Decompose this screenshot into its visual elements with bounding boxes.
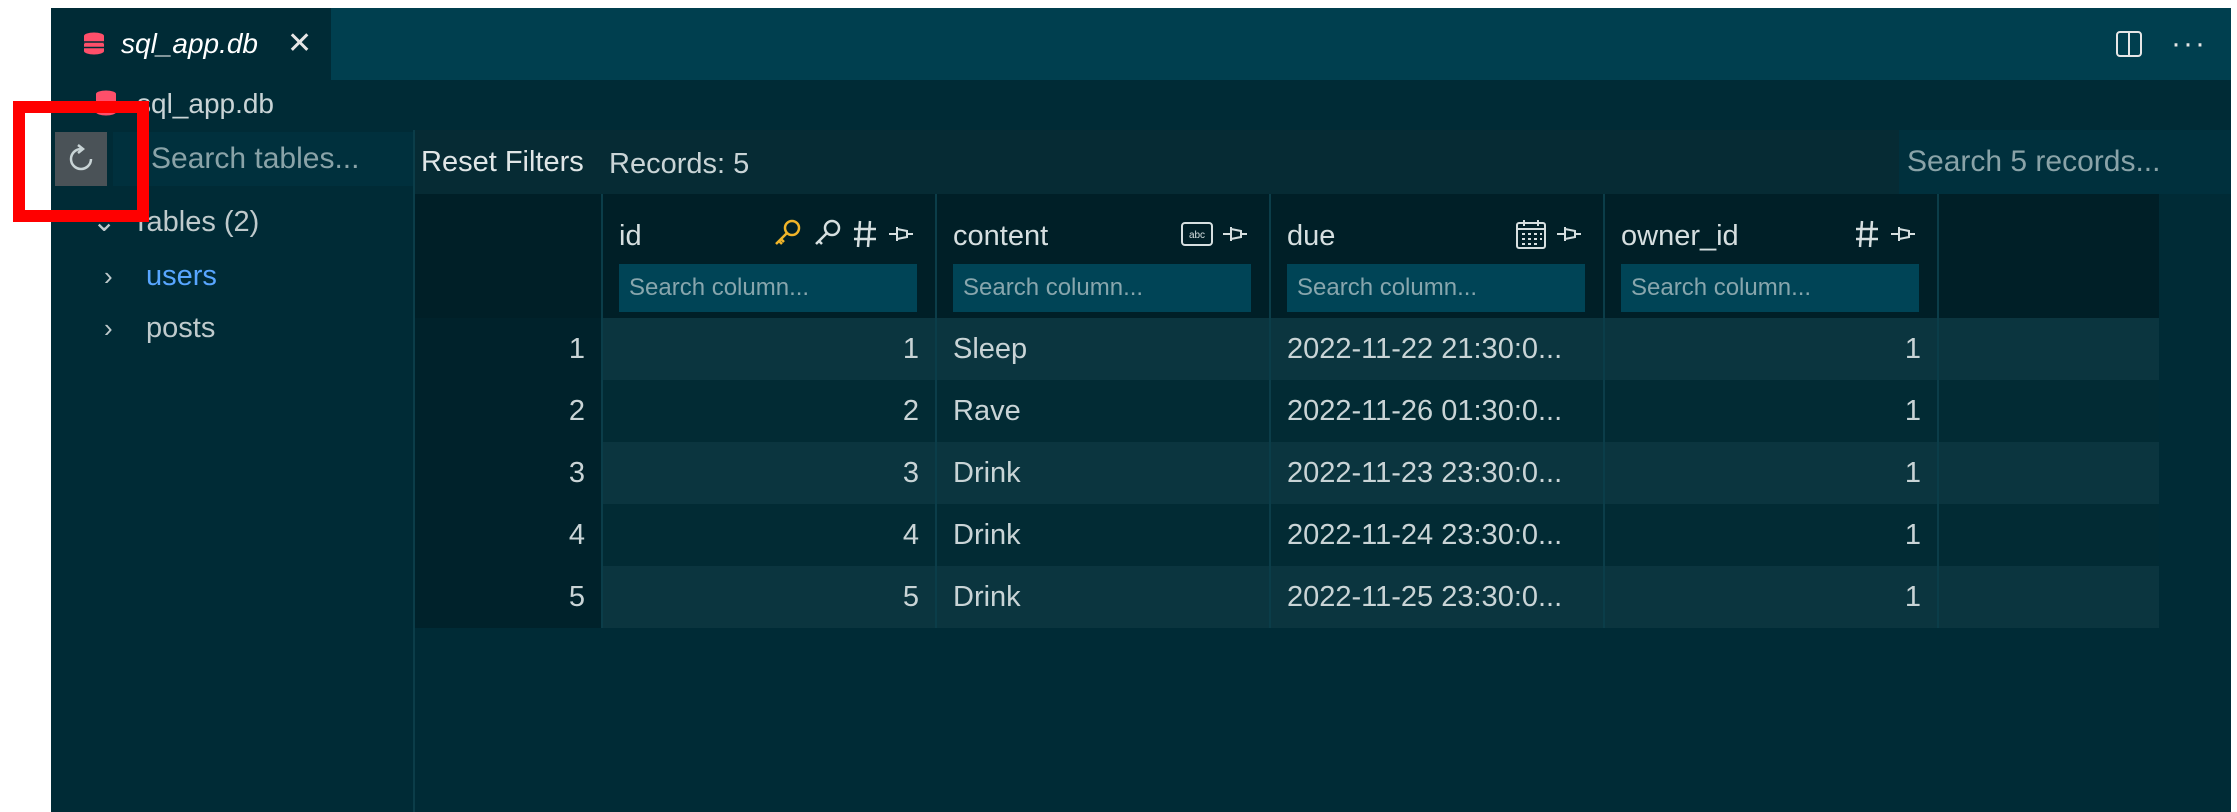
cell-id[interactable]: 1 (601, 318, 935, 380)
text-type-icon: abc (1181, 222, 1213, 246)
column-name: owner_id (1621, 220, 1739, 252)
database-icon (84, 32, 104, 55)
cell-id[interactable]: 5 (601, 566, 935, 628)
cell-owner-id[interactable]: 1 (1603, 380, 1937, 442)
tab-bar: sql_app.db ✕ ··· (51, 8, 2231, 80)
row-index-header (415, 194, 601, 318)
empty-cell (1937, 504, 2159, 566)
column-name: id (619, 220, 642, 252)
tab-sql-app-db[interactable]: sql_app.db ✕ (51, 8, 331, 80)
sidebar-item-users[interactable]: › users (104, 256, 217, 296)
column-header-id[interactable]: id Search column... (601, 194, 935, 318)
empty-cell (1937, 442, 2159, 504)
hash-icon (854, 220, 876, 248)
cell-due[interactable]: 2022-11-22 21:30:0... (1269, 318, 1603, 380)
cell-owner-id[interactable]: 1 (1603, 442, 1937, 504)
table-row[interactable]: 1 1 Sleep 2022-11-22 21:30:0... 1 (415, 318, 2159, 380)
row-index: 5 (415, 566, 601, 628)
cell-owner-id[interactable]: 1 (1603, 566, 1937, 628)
grid-header-row: id Search column... content abc Search c… (415, 194, 2159, 318)
column-header-content[interactable]: content abc Search column... (935, 194, 1269, 318)
cell-content[interactable]: Drink (935, 566, 1269, 628)
empty-cell (1937, 318, 2159, 380)
pin-icon[interactable] (1889, 220, 1917, 248)
calendar-icon (1516, 220, 1546, 249)
column-header-due[interactable]: due Search column... (1269, 194, 1603, 318)
cell-content[interactable]: Rave (935, 380, 1269, 442)
pin-icon[interactable] (1221, 220, 1249, 248)
pin-icon[interactable] (887, 220, 915, 248)
column-search-input[interactable]: Search column... (619, 264, 917, 312)
tab-title: sql_app.db (121, 28, 259, 59)
cell-content[interactable]: Sleep (935, 318, 1269, 380)
empty-cell (1937, 380, 2159, 442)
chevron-right-icon: › (104, 261, 113, 291)
breadcrumb-label[interactable]: sql_app.db (137, 88, 274, 120)
column-search-input[interactable]: Search column... (1287, 264, 1585, 312)
breadcrumb (51, 80, 2231, 130)
svg-text:abc: abc (1189, 230, 1205, 241)
cell-due[interactable]: 2022-11-24 23:30:0... (1269, 504, 1603, 566)
chevron-right-icon: › (104, 313, 113, 343)
key-icon (775, 219, 801, 245)
column-search-input[interactable]: Search column... (953, 264, 1251, 312)
sidebar-item-posts[interactable]: › posts (104, 308, 215, 348)
sidebar-item-label: users (146, 260, 217, 292)
cell-id[interactable]: 2 (601, 380, 935, 442)
hash-icon (1856, 220, 1878, 248)
row-index: 4 (415, 504, 601, 566)
reset-filters-button[interactable]: Reset Filters (421, 142, 584, 182)
records-toolbar: Reset Filters Records: 5 Search 5 record… (415, 130, 2231, 194)
cell-owner-id[interactable]: 1 (1603, 318, 1937, 380)
cell-id[interactable]: 4 (601, 504, 935, 566)
sidebar-item-label: posts (146, 312, 216, 344)
column-header-owner-id[interactable]: owner_id Search column... (1603, 194, 1937, 318)
records-count: Records: 5 (609, 148, 750, 180)
table-row[interactable]: 2 2 Rave 2022-11-26 01:30:0... 1 (415, 380, 2159, 442)
cell-id[interactable]: 3 (601, 442, 935, 504)
table-row[interactable]: 3 3 Drink 2022-11-23 23:30:0... 1 (415, 442, 2159, 504)
empty-header-cell (1937, 194, 2159, 318)
search-records-input[interactable]: Search 5 records... (1899, 130, 2231, 194)
split-editor-icon[interactable] (2115, 30, 2143, 58)
row-index: 1 (415, 318, 601, 380)
cell-due[interactable]: 2022-11-25 23:30:0... (1269, 566, 1603, 628)
more-actions-icon[interactable]: ··· (2171, 24, 2207, 64)
cell-owner-id[interactable]: 1 (1603, 504, 1937, 566)
pin-icon[interactable] (1555, 220, 1583, 248)
column-name: content (953, 220, 1049, 252)
cell-content[interactable]: Drink (935, 504, 1269, 566)
column-name: due (1287, 220, 1336, 252)
cell-due[interactable]: 2022-11-23 23:30:0... (1269, 442, 1603, 504)
key-outline-icon (815, 219, 841, 245)
highlight-box (13, 101, 149, 222)
search-tables-input[interactable]: Search tables... (113, 132, 413, 186)
column-search-input[interactable]: Search column... (1621, 264, 1919, 312)
row-index: 2 (415, 380, 601, 442)
table-row[interactable]: 4 4 Drink 2022-11-24 23:30:0... 1 (415, 504, 2159, 566)
empty-cell (1937, 566, 2159, 628)
row-index: 3 (415, 442, 601, 504)
close-icon[interactable]: ✕ (287, 24, 312, 64)
table-row[interactable]: 5 5 Drink 2022-11-25 23:30:0... 1 (415, 566, 2159, 628)
cell-due[interactable]: 2022-11-26 01:30:0... (1269, 380, 1603, 442)
tables-header-label: Tables (2) (132, 206, 260, 238)
cell-content[interactable]: Drink (935, 442, 1269, 504)
